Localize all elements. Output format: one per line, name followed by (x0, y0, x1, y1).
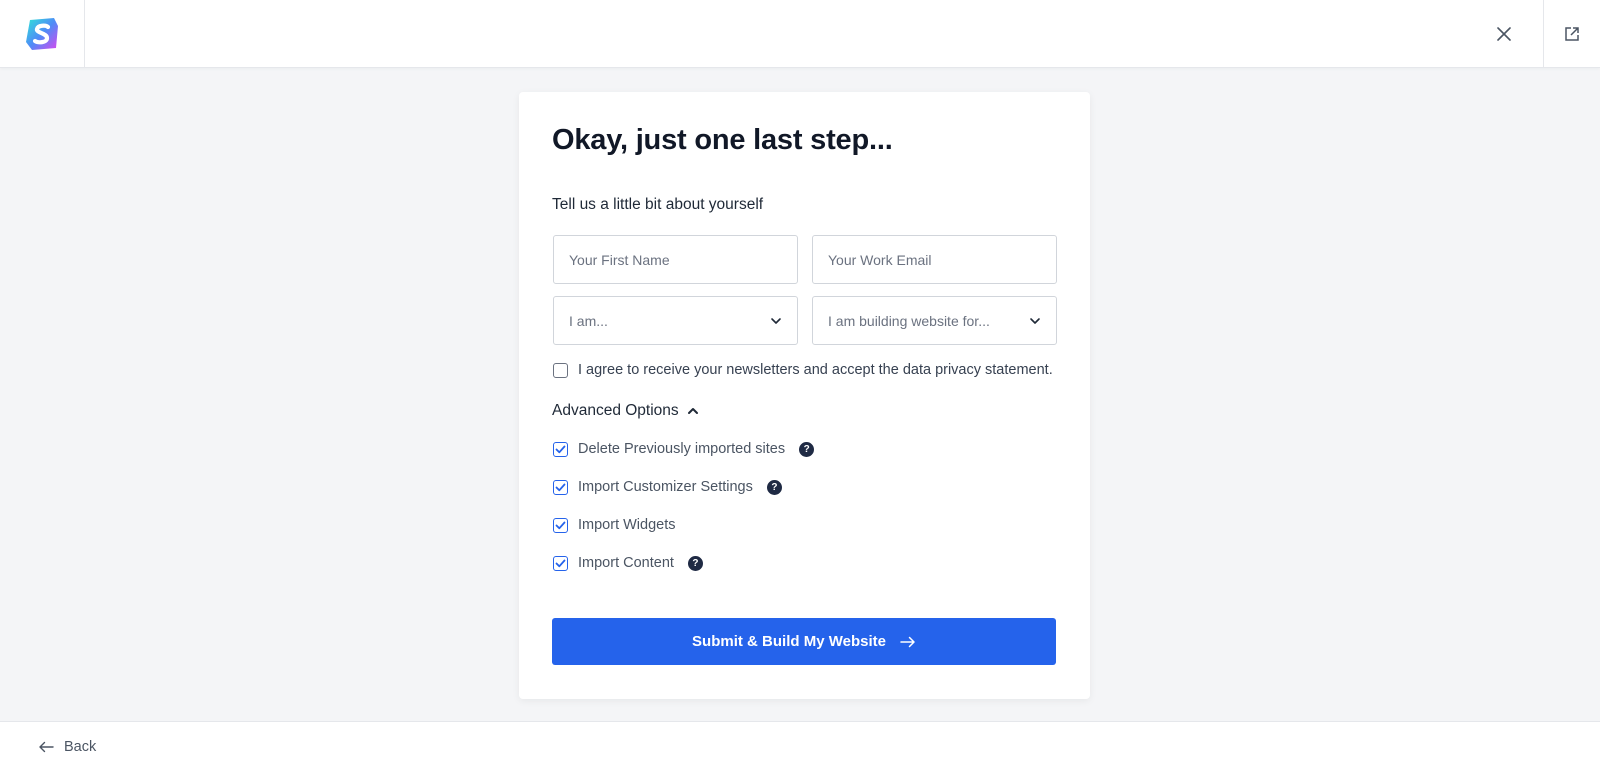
help-icon[interactable]: ? (766, 479, 782, 495)
page-title: Okay, just one last step... (552, 124, 893, 156)
top-bar (0, 0, 1600, 68)
checkmark-icon (555, 483, 566, 491)
import-customizer-checkbox[interactable] (553, 479, 568, 495)
help-icon[interactable]: ? (799, 441, 815, 457)
option-import-customizer: Import Customizer Settings ? (553, 479, 782, 495)
work-email-input[interactable] (812, 235, 1057, 284)
role-select-value: I am... (569, 312, 608, 329)
help-icon[interactable]: ? (687, 555, 703, 571)
submit-label: Submit & Build My Website (692, 633, 886, 650)
setup-card: Okay, just one last step... Tell us a li… (519, 92, 1090, 699)
role-select[interactable]: I am... (553, 296, 798, 345)
newsletter-consent-label: I agree to receive your newsletters and … (578, 362, 1053, 378)
advanced-options-label: Advanced Options (552, 402, 679, 419)
website-purpose-select[interactable]: I am building website for... (812, 296, 1057, 345)
checkmark-icon (555, 559, 566, 567)
option-delete-previous: Delete Previously imported sites ? (553, 441, 815, 457)
bottom-bar: Back (0, 721, 1600, 775)
first-name-input[interactable] (553, 235, 798, 284)
advanced-options-toggle[interactable]: Advanced Options (552, 402, 699, 420)
back-button[interactable]: Back (38, 739, 96, 755)
delete-previous-checkbox[interactable] (553, 441, 568, 457)
chevron-up-icon (687, 408, 698, 414)
form-subtitle: Tell us a little bit about yourself (552, 196, 764, 213)
option-label: Import Content (578, 555, 674, 571)
option-import-content: Import Content ? (553, 555, 703, 571)
close-icon (1497, 27, 1511, 41)
import-content-checkbox[interactable] (553, 555, 568, 571)
close-button[interactable] (1484, 14, 1524, 54)
submit-build-button[interactable]: Submit & Build My Website (552, 618, 1056, 665)
starter-templates-logo-icon (26, 18, 58, 50)
option-import-widgets: Import Widgets (553, 517, 676, 533)
back-label: Back (64, 739, 97, 755)
option-label: Delete Previously imported sites (578, 441, 786, 457)
option-label: Import Widgets (578, 517, 676, 533)
open-external-button[interactable] (1543, 0, 1600, 68)
purpose-select-value: I am building website for... (828, 312, 990, 329)
newsletter-checkbox[interactable] (553, 362, 568, 378)
newsletter-consent: I agree to receive your newsletters and … (553, 362, 1053, 378)
checkmark-icon (555, 521, 566, 529)
chevron-down-icon (771, 317, 781, 324)
external-link-icon (1565, 27, 1579, 41)
logo (0, 0, 85, 68)
option-label: Import Customizer Settings (578, 479, 753, 495)
checkmark-icon (555, 445, 566, 453)
arrow-left-icon (39, 741, 54, 753)
import-widgets-checkbox[interactable] (553, 517, 568, 533)
chevron-down-icon (1030, 317, 1040, 324)
arrow-right-icon (900, 636, 915, 647)
